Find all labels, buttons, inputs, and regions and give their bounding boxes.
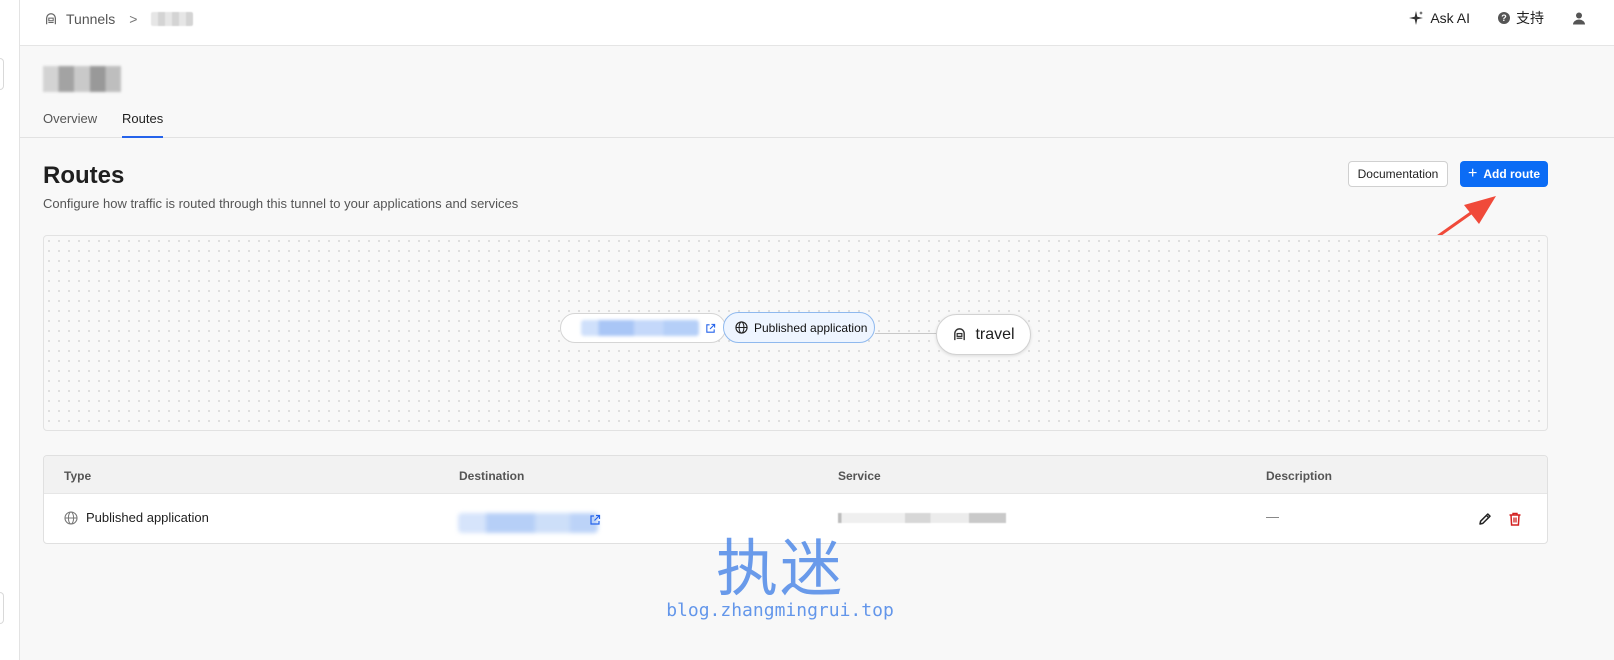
tab-bar: Overview Routes <box>20 104 1614 138</box>
ask-ai-label: Ask AI <box>1430 10 1470 26</box>
tunnel-icon <box>46 13 56 25</box>
diagram-app-label: Published application <box>754 320 868 335</box>
diagram-connector <box>875 333 937 334</box>
route-diagram: Published application travel <box>43 235 1548 431</box>
table-header: Type Destination Service Description <box>44 456 1547 494</box>
globe-icon <box>64 510 78 525</box>
breadcrumb-tunnels-link[interactable]: Tunnels <box>66 11 115 27</box>
route-destination-redacted[interactable] <box>458 513 598 533</box>
sidebar-bottom-handle[interactable] <box>0 592 4 624</box>
column-header-destination: Destination <box>459 469 525 483</box>
top-bar: Tunnels > Ask AI ? 支持 <box>20 0 1614 46</box>
column-header-type: Type <box>64 469 92 483</box>
documentation-button[interactable]: Documentation <box>1348 161 1448 187</box>
plus-icon: + <box>1467 164 1478 182</box>
sidebar-toggle-handle[interactable] <box>0 58 4 90</box>
support-label: 支持 <box>1516 10 1544 26</box>
watermark-url-text: blog.zhangmingrui.top <box>666 600 894 621</box>
route-type-label: Published application <box>86 510 209 525</box>
user-icon <box>1573 12 1585 25</box>
watermark-chinese-text: 执迷 <box>715 532 844 605</box>
add-route-button[interactable]: + Add route <box>1460 161 1548 187</box>
route-service-redacted <box>838 513 1006 523</box>
diagram-published-application-node[interactable]: Published application <box>723 312 875 343</box>
column-header-description: Description <box>1266 469 1333 483</box>
page-title: Routes <box>43 162 125 189</box>
external-link-icon[interactable] <box>705 323 716 334</box>
top-actions: Ask AI ? 支持 <box>1408 8 1586 28</box>
user-menu-button[interactable] <box>1572 11 1586 25</box>
tunnel-header <box>43 66 121 92</box>
breadcrumb-tunnel-name-redacted[interactable] <box>151 12 194 26</box>
globe-icon <box>735 321 748 334</box>
breadcrumb-separator: > <box>129 11 138 27</box>
tunnel-title-redacted <box>43 66 121 92</box>
sparkle-icon <box>1409 11 1424 25</box>
diagram-tunnel-label: travel <box>975 325 1015 343</box>
route-type-cell: Published application <box>64 510 209 525</box>
diagram-tunnel-node[interactable]: travel <box>936 314 1031 355</box>
help-icon: ? <box>1498 12 1510 24</box>
add-route-label: Add route <box>1483 167 1540 181</box>
route-description: — <box>1266 509 1279 524</box>
diagram-hostname-node[interactable] <box>560 313 726 343</box>
tab-overview[interactable]: Overview <box>43 111 97 136</box>
external-link-icon[interactable] <box>589 514 601 526</box>
support-button[interactable]: ? 支持 <box>1498 8 1544 28</box>
breadcrumb: Tunnels > <box>44 9 194 29</box>
page-subtitle: Configure how traffic is routed through … <box>43 196 519 211</box>
ask-ai-button[interactable]: Ask AI <box>1408 10 1470 26</box>
app-root: Tunnels > Ask AI ? 支持 Overview Routes Ro… <box>0 0 1614 660</box>
hostname-redacted <box>581 320 699 336</box>
delete-trash-icon[interactable] <box>1507 511 1523 527</box>
tab-routes[interactable]: Routes <box>122 111 164 138</box>
tunnel-icon <box>954 328 966 341</box>
row-actions <box>1477 511 1523 527</box>
edit-pencil-icon[interactable] <box>1477 511 1493 527</box>
column-header-service: Service <box>838 469 881 483</box>
sidebar-rail <box>0 0 20 660</box>
